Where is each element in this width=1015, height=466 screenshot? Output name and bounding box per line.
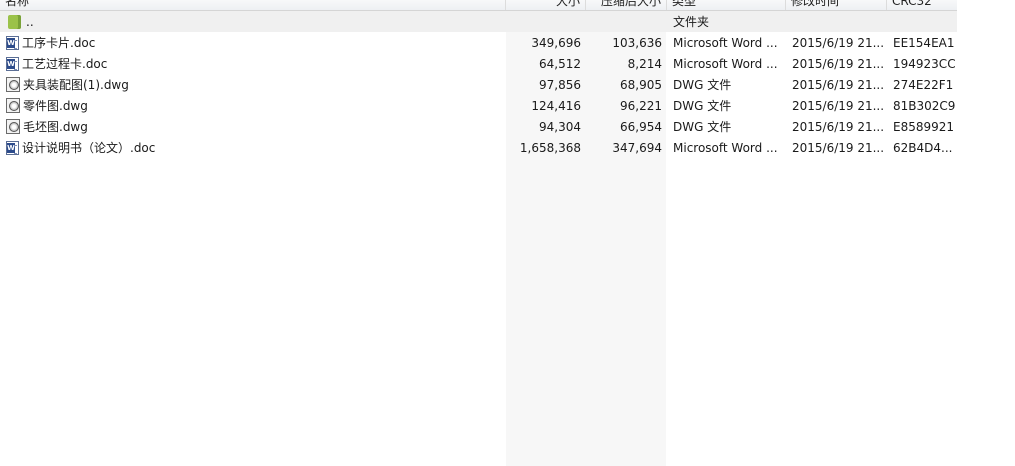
file-type: DWG 文件 xyxy=(673,99,732,113)
file-row[interactable]: 工序卡片.doc 349,696 103,636 Microsoft Word ...… xyxy=(0,32,957,53)
file-name: 零件图.dwg xyxy=(23,99,88,113)
archive-file-list: 名称 大小 压缩后大小 类型 修改时间 CRC32 .. 文件夹 工序卡片.do… xyxy=(0,0,1015,466)
file-size: 349,696 xyxy=(531,35,581,50)
file-name-cell: 夹具装配图(1).dwg xyxy=(0,76,506,93)
list-header: 名称 大小 压缩后大小 类型 修改时间 CRC32 xyxy=(0,0,957,11)
file-packed-size: 66,954 xyxy=(620,119,662,134)
file-name: .. xyxy=(26,14,34,29)
column-header-size[interactable]: 大小 xyxy=(506,0,586,10)
file-name-cell: 毛坯图.dwg xyxy=(0,118,506,135)
file-packed-size: 347,694 xyxy=(612,140,662,155)
file-type: Microsoft Word ... xyxy=(673,140,778,155)
file-type: 文件夹 xyxy=(673,15,710,29)
file-size: 97,856 xyxy=(539,77,581,92)
file-name: 设计说明书（论文）.doc xyxy=(22,141,156,155)
file-packed-size: 103,636 xyxy=(612,35,662,50)
file-modified: 2015/6/19 21... xyxy=(792,140,885,155)
file-name: 工艺过程卡.doc xyxy=(22,57,108,71)
dwg-file-icon xyxy=(6,98,20,113)
file-crc: EE154EA1 xyxy=(893,35,955,50)
file-name-cell: 设计说明书（论文）.doc xyxy=(0,139,506,156)
file-name-cell: 工艺过程卡.doc xyxy=(0,55,506,72)
file-type: DWG 文件 xyxy=(673,78,732,92)
file-size: 1,658,368 xyxy=(519,140,581,155)
file-crc: 62B4D4... xyxy=(893,140,953,155)
file-modified: 2015/6/19 21... xyxy=(792,77,885,92)
word-doc-icon xyxy=(6,140,19,155)
column-header-name[interactable]: 名称 xyxy=(0,0,506,10)
dwg-file-icon xyxy=(6,77,20,92)
file-crc: 81B302C9 xyxy=(893,98,956,113)
file-row[interactable]: 夹具装配图(1).dwg 97,856 68,905 DWG 文件 2015/6/19 … xyxy=(0,74,957,95)
parent-folder-row[interactable]: .. 文件夹 xyxy=(0,11,957,32)
file-name: 夹具装配图(1).dwg xyxy=(23,78,129,92)
file-type: Microsoft Word ... xyxy=(673,35,778,50)
file-crc: E8589921 xyxy=(893,119,955,134)
file-size: 124,416 xyxy=(531,98,581,113)
column-header-modified[interactable]: 修改时间 xyxy=(786,0,887,10)
file-crc: 194923CC xyxy=(893,56,956,71)
file-name-cell: 零件图.dwg xyxy=(0,97,506,114)
word-doc-icon xyxy=(6,35,19,50)
file-packed-size: 8,214 xyxy=(627,56,662,71)
file-name: 毛坯图.dwg xyxy=(23,120,88,134)
folder-up-icon xyxy=(8,14,21,29)
column-header-packed-size[interactable]: 压缩后大小 xyxy=(586,0,667,10)
column-header-crc32[interactable]: CRC32 xyxy=(887,0,957,10)
file-packed-size: 96,221 xyxy=(620,98,662,113)
file-row[interactable]: 毛坯图.dwg 94,304 66,954 DWG 文件 2015/6/19 21...… xyxy=(0,116,957,137)
file-row[interactable]: 工艺过程卡.doc 64,512 8,214 Microsoft Word ... 20… xyxy=(0,53,957,74)
file-packed-size: 68,905 xyxy=(620,77,662,92)
file-row[interactable]: 设计说明书（论文）.doc 1,658,368 347,694 Microsoft W… xyxy=(0,137,957,158)
file-size: 94,304 xyxy=(539,119,581,134)
file-modified: 2015/6/19 21... xyxy=(792,56,885,71)
file-rows: .. 文件夹 工序卡片.doc 349,696 103,636 Microsoft W… xyxy=(0,11,957,158)
file-row[interactable]: 零件图.dwg 124,416 96,221 DWG 文件 2015/6/19 21..… xyxy=(0,95,957,116)
word-doc-icon xyxy=(6,56,19,71)
file-modified: 2015/6/19 21... xyxy=(792,98,885,113)
file-name: 工序卡片.doc xyxy=(22,36,96,50)
file-name-cell: 工序卡片.doc xyxy=(0,34,506,51)
file-type: DWG 文件 xyxy=(673,120,732,134)
file-name-cell: .. xyxy=(0,14,506,29)
column-header-type[interactable]: 类型 xyxy=(667,0,786,10)
file-crc: 274E22F1 xyxy=(893,77,954,92)
file-size: 64,512 xyxy=(539,56,581,71)
dwg-file-icon xyxy=(6,119,20,134)
file-type: Microsoft Word ... xyxy=(673,56,778,71)
file-modified: 2015/6/19 21... xyxy=(792,35,885,50)
file-modified: 2015/6/19 21... xyxy=(792,119,885,134)
